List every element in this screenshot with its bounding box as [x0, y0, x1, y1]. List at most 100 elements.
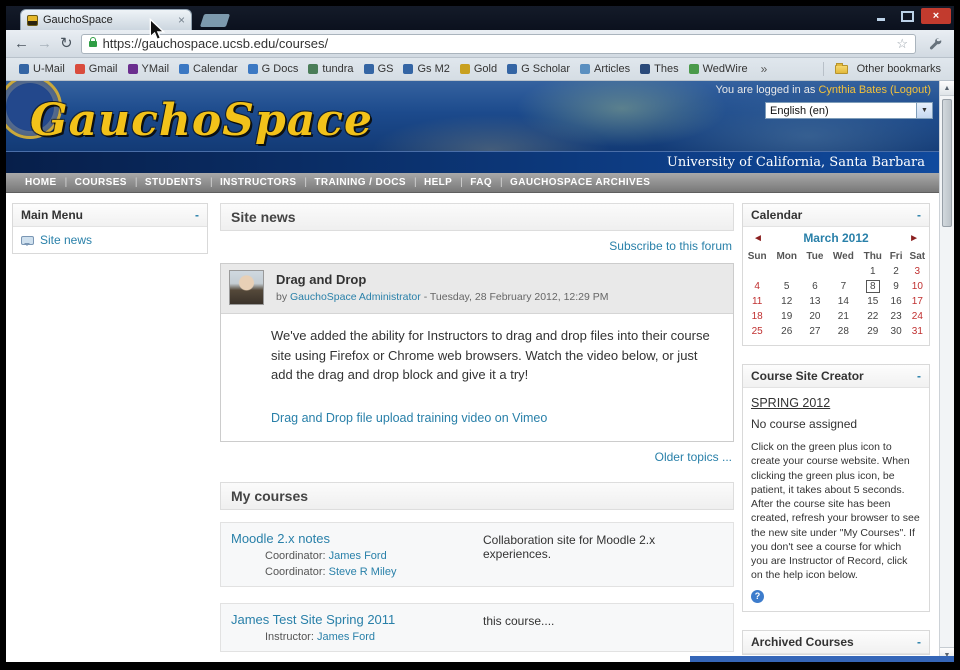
site-news-link[interactable]: Site news [40, 233, 92, 247]
bookmark-item[interactable]: U-Mail [14, 63, 70, 75]
bookmark-item[interactable]: Gs M2 [398, 63, 454, 75]
day-header: Sun [747, 251, 767, 262]
bookmark-item[interactable]: Calendar [174, 63, 243, 75]
bookmarks-overflow-chevron-icon[interactable]: » [755, 62, 774, 76]
nav-faq[interactable]: FAQ [461, 177, 503, 188]
next-month-icon[interactable]: ► [909, 233, 919, 244]
language-select[interactable]: English (en) ▼ [765, 102, 933, 119]
nav-archives[interactable]: GAUCHOSPACE ARCHIVES [501, 177, 659, 188]
wrench-menu-button[interactable] [924, 33, 946, 55]
browser-tab[interactable]: GauchoSpace × [20, 9, 192, 30]
creator-instructions: Click on the green plus icon to create y… [751, 441, 920, 582]
nav-students[interactable]: STUDENTS [136, 177, 213, 188]
calendar-grid: Sun Mon Tue Wed Thu Fri Sat 1 2 3 4 5 6 … [743, 249, 929, 339]
scrollbar-thumb[interactable] [942, 99, 952, 227]
bookmark-item[interactable]: tundra [303, 63, 358, 75]
vertical-scrollbar[interactable]: ▲ ▼ [939, 81, 954, 662]
term-link[interactable]: SPRING 2012 [751, 396, 830, 410]
user-link[interactable]: Cynthia Bates [818, 84, 886, 96]
role-person-link[interactable]: James Ford [317, 631, 375, 643]
bookmark-label: Gold [473, 63, 498, 75]
calendar-day: 10 [911, 281, 923, 292]
nav-help[interactable]: HELP [415, 177, 464, 188]
other-bookmarks-label: Other bookmarks [856, 63, 941, 75]
bookmark-favicon [127, 64, 138, 74]
avatar[interactable] [229, 270, 264, 305]
collapse-icon[interactable]: - [917, 635, 921, 649]
course-link[interactable]: James Test Site Spring 2011 [231, 612, 395, 627]
bookmark-label: GS [377, 63, 394, 75]
older-topics-row: Older topics ... [220, 442, 734, 472]
collapse-icon[interactable]: - [195, 208, 199, 222]
bookmark-favicon [74, 64, 85, 74]
bookmark-item[interactable]: G Docs [243, 63, 304, 75]
main-menu-header: Main Menu - [13, 204, 207, 227]
post-author-link[interactable]: GauchoSpace Administrator [290, 291, 421, 303]
bookmark-item[interactable]: WedWire [684, 63, 753, 75]
nav-instructors[interactable]: INSTRUCTORS [211, 177, 308, 188]
maximize-button[interactable] [895, 8, 919, 24]
no-course-text: No course assigned [751, 417, 858, 431]
day-header: Sat [909, 251, 926, 262]
main-menu-block: Main Menu - Site news [12, 203, 208, 254]
back-button[interactable]: ← [14, 36, 29, 51]
bookmark-label: YMail [141, 63, 170, 75]
forward-button[interactable]: → [37, 36, 52, 51]
role-person-link[interactable]: Steve R Miley [329, 566, 397, 578]
bookmark-favicon [19, 64, 29, 74]
bookmark-label: WedWire [702, 63, 748, 75]
https-lock-icon [88, 36, 97, 47]
calendar-day [771, 264, 802, 279]
calendar-day: 2 [893, 266, 899, 277]
nav-home[interactable]: HOME [16, 177, 67, 188]
bookmark-item[interactable]: GS [359, 63, 399, 75]
language-value: English (en) [770, 104, 829, 117]
post-date: - Tuesday, 28 February 2012, 12:29 PM [423, 291, 609, 303]
new-tab-button[interactable] [199, 14, 231, 27]
login-prefix: You are logged in as [715, 84, 816, 96]
browser-window: GauchoSpace × × ← → ↻ https://gauchospac… [6, 6, 954, 662]
calendar-day: 31 [911, 326, 923, 337]
course-link[interactable]: Moodle 2.x notes [231, 531, 330, 546]
reload-button[interactable]: ↻ [60, 36, 73, 51]
calendar-day: 23 [890, 311, 902, 322]
help-icon[interactable]: ? [751, 589, 764, 603]
bookmark-label: Calendar [193, 63, 238, 75]
address-bar[interactable]: https://gauchospace.ucsb.edu/courses/ ☆ [80, 33, 916, 54]
prev-month-icon[interactable]: ◄ [753, 233, 763, 244]
sidebar-item-site-news[interactable]: Site news [13, 227, 207, 253]
bookmark-star-icon[interactable]: ☆ [896, 36, 908, 52]
collapse-icon[interactable]: - [917, 369, 921, 383]
subscribe-row: Subscribe to this forum [220, 231, 734, 255]
forum-icon [21, 235, 34, 246]
bookmark-item[interactable]: Thes [635, 63, 683, 75]
bookmark-favicon [688, 64, 699, 74]
bookmark-item[interactable]: Gold [455, 63, 502, 75]
subscribe-link[interactable]: Subscribe to this forum [609, 239, 732, 253]
bookmark-item[interactable]: G Scholar [502, 63, 575, 75]
calendar-month-link[interactable]: March 2012 [803, 231, 868, 245]
post-text: We've added the ability for Instructors … [271, 328, 710, 382]
close-button[interactable]: × [921, 8, 951, 24]
folder-icon [834, 62, 848, 74]
vimeo-link[interactable]: Drag and Drop file upload training video… [271, 411, 547, 425]
bookmark-favicon [459, 64, 470, 74]
nav-training-docs[interactable]: TRAINING / DOCS [305, 177, 416, 188]
bookmark-item[interactable]: Articles [575, 63, 635, 75]
nav-courses[interactable]: COURSES [66, 177, 139, 188]
older-topics-link[interactable]: Older topics ... [655, 450, 732, 464]
bookmark-favicon [308, 64, 319, 74]
bookmark-item[interactable]: YMail [123, 63, 175, 75]
scroll-up-icon[interactable]: ▲ [940, 81, 954, 96]
role-person-link[interactable]: James Ford [329, 550, 387, 562]
bookmark-label: Articles [594, 63, 631, 75]
collapse-icon[interactable]: - [917, 208, 921, 222]
main-menu-title: Main Menu [21, 208, 83, 222]
minimize-button[interactable] [869, 8, 893, 24]
other-bookmarks-button[interactable]: Other bookmarks [830, 62, 946, 75]
calendar-day [743, 264, 771, 279]
content-area: Main Menu - Site news Site news Subscrib… [6, 193, 939, 662]
tab-close-icon[interactable]: × [178, 14, 185, 26]
logout-link[interactable]: (Logout) [890, 84, 931, 96]
bookmark-item[interactable]: Gmail [70, 63, 123, 75]
